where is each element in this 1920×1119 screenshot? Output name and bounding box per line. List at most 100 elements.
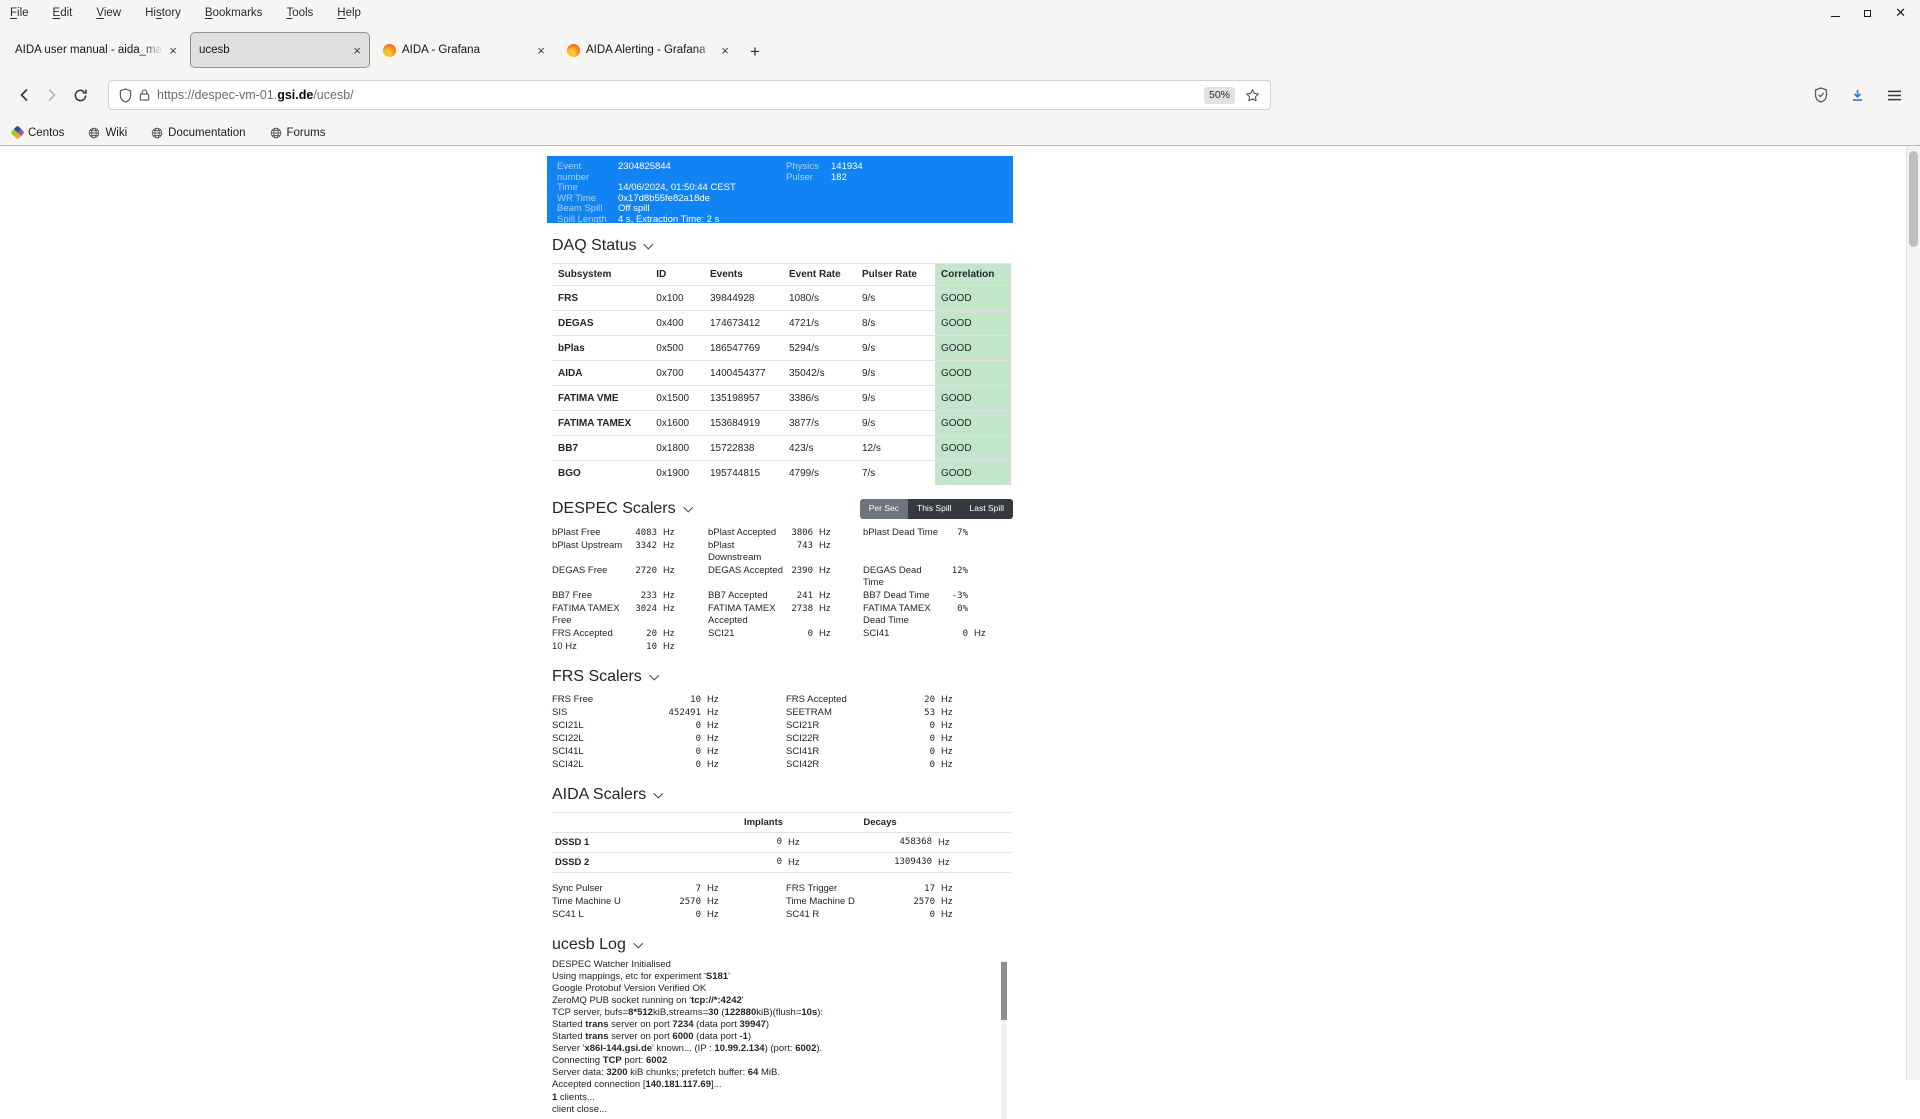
scaler-unit: Hz [815,540,831,552]
scaler-mode-this-spill[interactable]: This Spill [908,499,960,519]
scaler-degas-dead-time: DEGAS Dead Time12% [863,565,1011,590]
scaler-unit: Hz [937,746,957,758]
despec-scalers-title: DESPEC Scalers [552,500,691,518]
chevron-down-icon[interactable] [683,503,692,512]
hamburger-menu-icon[interactable] [1887,89,1902,102]
shield-check-icon[interactable] [1814,87,1828,103]
decays-unit: Hz [935,853,955,872]
daq-row-bplas: bPlas0x5001865477695294/s9/sGOOD [552,336,1011,361]
scaler-value: 20 [883,694,935,706]
tab-aida-grafana[interactable]: AIDA - Grafana× [375,33,553,67]
correlation-status: GOOD [935,386,1011,411]
daq-column-header: Events [704,264,783,286]
scaler-label: SCI41R [786,746,881,758]
scaler-mode-per-sec[interactable]: Per Sec [860,499,908,519]
maximize-icon[interactable] [1864,10,1871,17]
tab-ucesb[interactable]: ucesb× [191,33,369,67]
reload-button[interactable] [66,81,94,109]
tracking-shield-icon[interactable] [119,88,132,103]
scaler-value: 2720 [634,565,657,577]
correlation-status: GOOD [935,311,1011,336]
log-line: DESPEC Watcher Initialised [552,959,995,971]
downloads-icon[interactable] [1850,88,1865,103]
tab-close-icon[interactable]: × [721,44,729,57]
page-scrollbar[interactable] [1906,146,1920,1080]
scaler-fatima-tamex-dead-time: FATIMA TAMEX Dead Time0% [863,603,1011,628]
bookmark-star-icon[interactable] [1245,88,1260,103]
aida-column-decays: Decays [805,813,955,832]
daq-cell: 0x1900 [650,461,704,486]
scaler-frs-accepted: FRS Accepted20Hz [552,628,708,641]
scaler-label: FATIMA TAMEX Accepted [708,603,788,627]
chevron-down-icon[interactable] [649,670,658,679]
url-bar[interactable]: https://despec-vm-01.gsi.de/ucesb/ 50% [108,80,1271,110]
scaler-mode-last-spill[interactable]: Last Spill [961,499,1014,519]
scaler-value: 0 [649,720,701,732]
scaler-value: 17 [883,883,935,895]
menu-items: File Edit View History Bookmarks Tools Help [10,7,361,19]
daq-cell: 7/s [856,461,935,486]
bookmark-documentation[interactable]: Documentation [151,127,245,139]
scaler-value: 0 [649,746,701,758]
new-tab-button[interactable]: + [750,43,760,60]
menu-file[interactable]: File [10,7,29,19]
info-left-label: Time [557,183,608,194]
daq-cell: 1400454377 [704,361,783,386]
scaler-value: 0 [883,759,935,771]
minimize-icon[interactable] [1831,16,1840,18]
page-scrollbar-thumb[interactable] [1909,151,1918,247]
grafana-icon [383,44,396,57]
tab-close-icon[interactable]: × [353,44,361,57]
log-line: Using mappings, etc for experiment 'S181… [552,971,995,983]
bookmark-centos[interactable]: Centos [12,127,64,139]
menu-edit[interactable]: Edit [53,7,73,19]
forward-button[interactable] [38,81,66,109]
bookmark-wiki[interactable]: Wiki [88,127,127,139]
tab-close-icon[interactable]: × [537,44,545,57]
scaler-label: FRS Free [552,694,647,706]
scaler-unit: Hz [937,896,957,908]
tab-close-icon[interactable]: × [169,44,177,57]
daq-cell: 0x1500 [650,386,704,411]
scaler-label: Time Machine D [786,896,881,908]
tab-aida-alerting-grafana[interactable]: AIDA Alerting - Grafana× [559,33,737,67]
chevron-down-icon[interactable] [644,240,653,249]
event-info-box: Event number2304825844Time14/06/2024, 01… [547,156,1013,223]
scaler-bplast-upstream: bPlast Upstream3342Hz [552,540,708,565]
log-scrollbar[interactable] [1001,961,1007,1119]
bookmark-label: Forums [287,127,326,139]
menu-bookmarks[interactable]: Bookmarks [205,7,263,19]
url-text: https://despec-vm-01.gsi.de/ucesb/ [157,88,1204,102]
scaler-label: FRS Accepted [552,628,632,640]
scaler-unit: Hz [815,628,831,640]
zoom-level-badge[interactable]: 50% [1204,87,1235,104]
scaler-unit: Hz [703,883,723,895]
aida-row-spacer [955,838,1011,846]
daq-status-title: DAQ Status [552,237,652,255]
menu-history[interactable]: History [145,7,181,19]
browser-chrome: FileEditViewHistoryBookmarksToolsHelp ✕ … [0,0,1920,146]
menu-help[interactable]: Help [337,7,361,19]
lock-icon[interactable] [139,88,150,102]
tab-aida-user-manual-aida-man[interactable]: AIDA user manual - aida_man× [7,33,185,67]
bookmarks-toolbar: Centos Wiki Documentation Forums [0,120,1920,146]
chevron-down-icon[interactable] [654,788,663,797]
menu-tools[interactable]: Tools [286,7,313,19]
correlation-status: GOOD [935,286,1011,311]
scaler-value: 3806 [790,527,813,539]
close-icon[interactable]: ✕ [1895,7,1906,20]
decays-value: 1309430 [805,853,935,871]
daq-cell: 4721/s [783,311,856,336]
scaler-label: Sync Pulser [552,883,647,895]
scaler-value: 0 [883,720,935,732]
back-button[interactable] [10,81,38,109]
log-scrollbar-thumb[interactable] [1001,962,1007,1020]
menu-view[interactable]: View [96,7,121,19]
navigation-toolbar: https://despec-vm-01.gsi.de/ucesb/ 50% [0,70,1920,120]
implants-unit: Hz [785,833,805,852]
scaler-unit: Hz [937,883,957,895]
daq-cell: 9/s [856,411,935,436]
chevron-down-icon[interactable] [633,938,642,947]
bookmark-forums[interactable]: Forums [270,127,326,139]
correlation-status: GOOD [935,461,1011,486]
